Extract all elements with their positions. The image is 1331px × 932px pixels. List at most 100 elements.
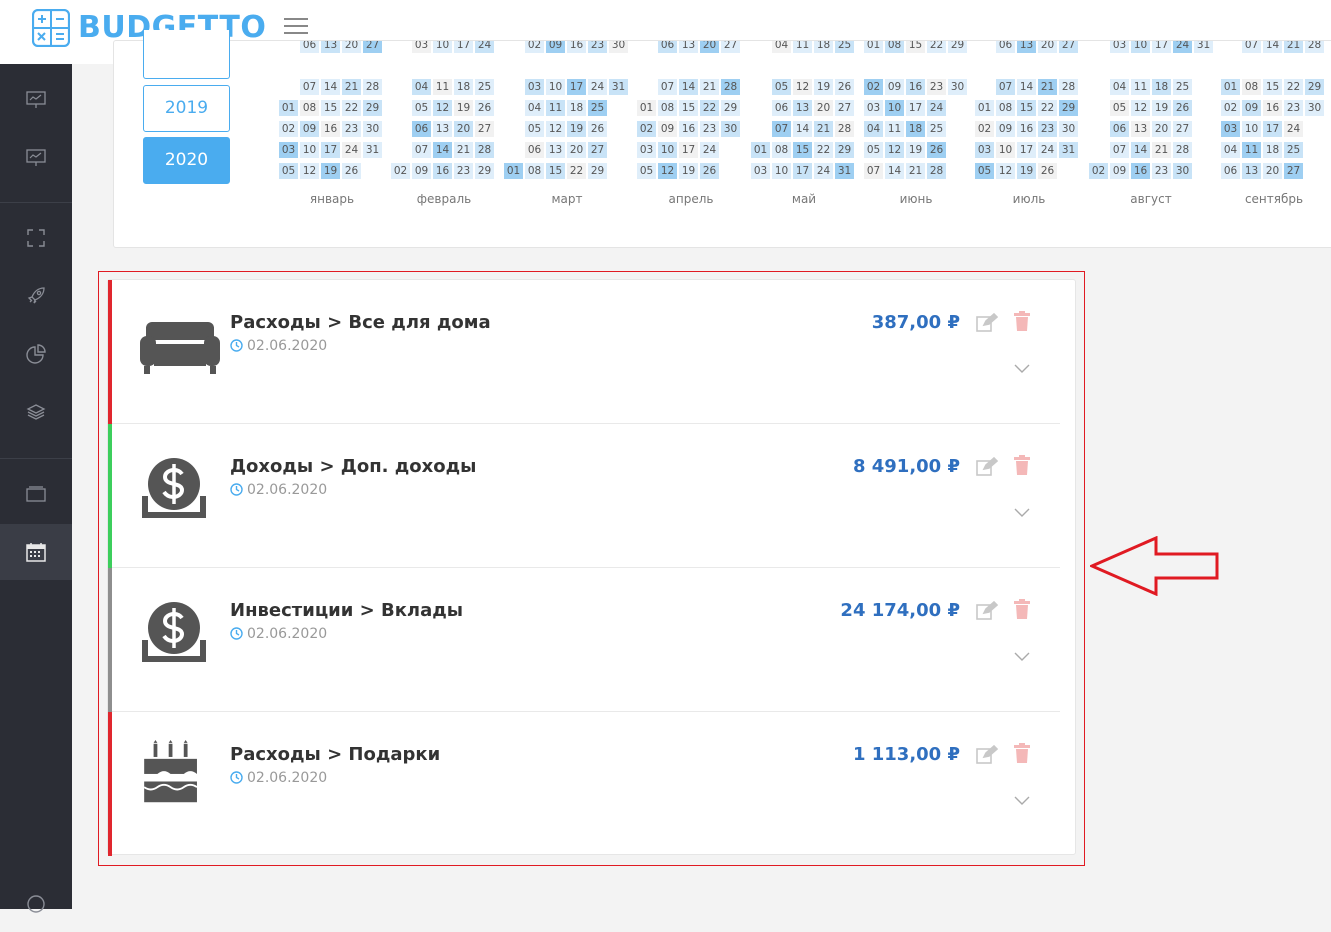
calendar-day-cell[interactable]: 17	[567, 79, 586, 95]
chevron-down-icon[interactable]	[1014, 364, 1030, 374]
calendar-day-cell[interactable]: 24	[342, 142, 361, 158]
calendar-day-cell[interactable]: 27	[475, 121, 494, 137]
transaction-row[interactable]: Доходы > Доп. доходы 02.06.2020 8 491,00…	[108, 424, 1075, 568]
calendar-day-cell[interactable]: 27	[1173, 121, 1192, 137]
calendar-day-cell[interactable]: 10	[658, 142, 677, 158]
calendar-day-cell[interactable]: 25	[475, 79, 494, 95]
sidebar-item-dashboard[interactable]	[0, 72, 72, 128]
calendar-day-cell[interactable]: 28	[927, 163, 946, 179]
calendar-day-cell[interactable]: 23	[342, 121, 361, 137]
calendar-day-cell[interactable]: 06	[996, 41, 1015, 53]
calendar-day-cell[interactable]: 11	[546, 100, 565, 116]
calendar-day-cell[interactable]: 25	[1173, 79, 1192, 95]
calendar-day-cell[interactable]: 09	[412, 163, 431, 179]
calendar-day-cell[interactable]: 25	[588, 100, 607, 116]
edit-icon[interactable]	[976, 601, 998, 621]
edit-icon[interactable]	[976, 745, 998, 765]
calendar-day-cell[interactable]: 09	[546, 41, 565, 53]
calendar-day-cell[interactable]: 24	[1173, 41, 1192, 53]
calendar-day-cell[interactable]: 21	[1038, 79, 1057, 95]
calendar-day-cell[interactable]: 13	[433, 121, 452, 137]
calendar-day-cell[interactable]: 01	[279, 100, 298, 116]
sidebar-item-reports[interactable]	[0, 130, 72, 186]
calendar-day-cell[interactable]: 30	[948, 79, 967, 95]
calendar-day-cell[interactable]: 15	[679, 100, 698, 116]
calendar-day-cell[interactable]: 05	[864, 142, 883, 158]
calendar-day-cell[interactable]: 16	[906, 79, 925, 95]
calendar-day-cell[interactable]: 23	[1038, 121, 1057, 137]
calendar-day-cell[interactable]: 17	[321, 142, 340, 158]
transaction-row[interactable]: Расходы > Все для дома 02.06.2020 387,00…	[108, 280, 1075, 424]
calendar-day-cell[interactable]: 18	[454, 79, 473, 95]
calendar-day-cell[interactable]: 10	[546, 79, 565, 95]
calendar-day-cell[interactable]: 26	[342, 163, 361, 179]
calendar-day-cell[interactable]: 28	[1173, 142, 1192, 158]
calendar-day-cell[interactable]: 03	[1110, 41, 1129, 53]
calendar-day-cell[interactable]: 03	[751, 163, 770, 179]
calendar-day-cell[interactable]: 30	[363, 121, 382, 137]
calendar-day-cell[interactable]: 17	[906, 100, 925, 116]
calendar-day-cell[interactable]: 12	[1131, 100, 1150, 116]
trash-icon[interactable]	[1013, 743, 1031, 764]
calendar-day-cell[interactable]: 27	[588, 142, 607, 158]
calendar-day-cell[interactable]: 03	[412, 41, 431, 53]
calendar-day-cell[interactable]: 04	[1110, 79, 1129, 95]
calendar-day-cell[interactable]: 09	[996, 121, 1015, 137]
calendar-day-cell[interactable]: 23	[588, 41, 607, 53]
calendar-day-cell[interactable]: 24	[927, 100, 946, 116]
year-button-2021[interactable]	[143, 30, 230, 79]
calendar-day-cell[interactable]: 17	[1263, 121, 1282, 137]
calendar-day-cell[interactable]: 18	[1263, 142, 1282, 158]
calendar-day-cell[interactable]: 27	[721, 41, 740, 53]
calendar-day-cell[interactable]: 23	[1152, 163, 1171, 179]
calendar-day-cell[interactable]: 12	[300, 163, 319, 179]
calendar-day-cell[interactable]: 05	[412, 100, 431, 116]
calendar-day-cell[interactable]: 10	[433, 41, 452, 53]
calendar-day-cell[interactable]: 21	[1284, 41, 1303, 53]
calendar-day-cell[interactable]: 20	[454, 121, 473, 137]
calendar-day-cell[interactable]: 21	[700, 79, 719, 95]
calendar-day-cell[interactable]: 02	[1221, 100, 1240, 116]
calendar-day-cell[interactable]: 30	[609, 41, 628, 53]
calendar-day-cell[interactable]: 01	[975, 100, 994, 116]
calendar-day-cell[interactable]: 19	[814, 79, 833, 95]
calendar-day-cell[interactable]: 16	[567, 41, 586, 53]
calendar-day-cell[interactable]: 22	[1284, 79, 1303, 95]
calendar-day-cell[interactable]: 29	[721, 100, 740, 116]
calendar-day-cell[interactable]: 17	[1017, 142, 1036, 158]
calendar-day-cell[interactable]: 21	[342, 79, 361, 95]
calendar-day-cell[interactable]: 05	[975, 163, 994, 179]
calendar-day-cell[interactable]: 20	[567, 142, 586, 158]
calendar-day-cell[interactable]: 05	[637, 163, 656, 179]
calendar-day-cell[interactable]: 18	[1152, 79, 1171, 95]
calendar-day-cell[interactable]: 31	[1194, 41, 1213, 53]
year-button-2020[interactable]: 2020	[143, 137, 230, 184]
calendar-day-cell[interactable]: 07	[996, 79, 1015, 95]
calendar-day-cell[interactable]: 29	[475, 163, 494, 179]
calendar-day-cell[interactable]: 02	[975, 121, 994, 137]
calendar-day-cell[interactable]: 13	[1131, 121, 1150, 137]
calendar-day-cell[interactable]: 31	[1059, 142, 1078, 158]
calendar-day-cell[interactable]: 08	[996, 100, 1015, 116]
calendar-day-cell[interactable]: 24	[475, 41, 494, 53]
calendar-day-cell[interactable]: 01	[751, 142, 770, 158]
calendar-day-cell[interactable]: 05	[279, 163, 298, 179]
calendar-day-cell[interactable]: 17	[679, 142, 698, 158]
calendar-day-cell[interactable]: 14	[1131, 142, 1150, 158]
calendar-day-cell[interactable]: 09	[658, 121, 677, 137]
calendar-day-cell[interactable]: 26	[1173, 100, 1192, 116]
calendar-day-cell[interactable]: 26	[700, 163, 719, 179]
calendar-day-cell[interactable]: 22	[567, 163, 586, 179]
calendar-day-cell[interactable]: 07	[412, 142, 431, 158]
calendar-day-cell[interactable]: 21	[906, 163, 925, 179]
calendar-day-cell[interactable]: 19	[454, 100, 473, 116]
sidebar-item-categories[interactable]	[0, 384, 72, 440]
calendar-day-cell[interactable]: 07	[300, 79, 319, 95]
calendar-day-cell[interactable]: 03	[864, 100, 883, 116]
calendar-day-cell[interactable]: 26	[475, 100, 494, 116]
calendar-day-cell[interactable]: 14	[1263, 41, 1282, 53]
calendar-day-cell[interactable]: 19	[1152, 100, 1171, 116]
calendar-day-cell[interactable]: 14	[433, 142, 452, 158]
calendar-day-cell[interactable]: 13	[546, 142, 565, 158]
calendar-day-cell[interactable]: 03	[975, 142, 994, 158]
